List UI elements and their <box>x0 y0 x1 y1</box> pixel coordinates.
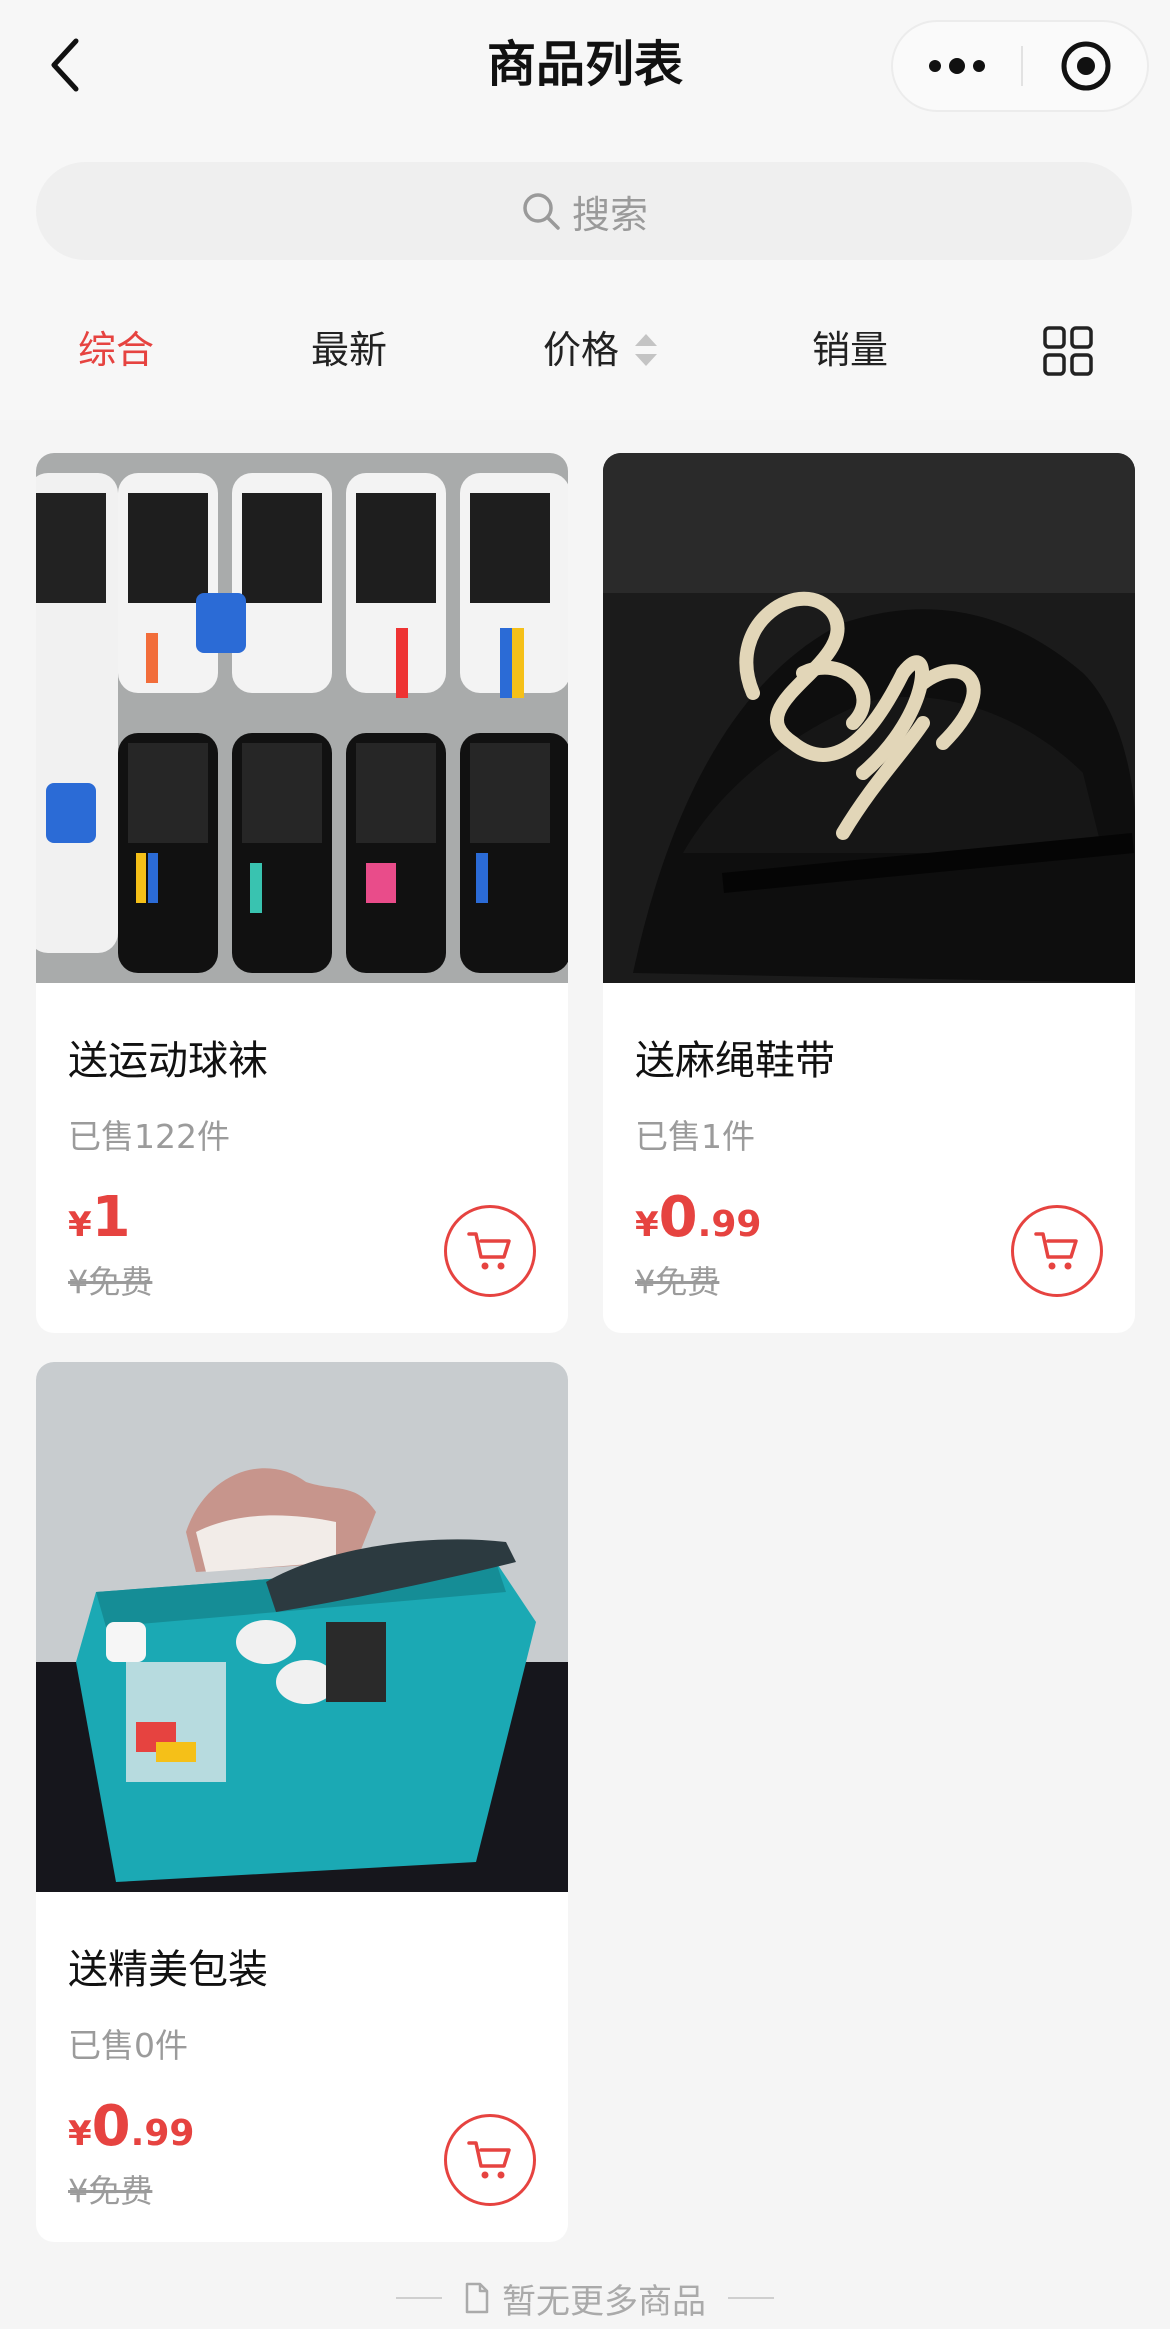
product-name: 送运动球袜 <box>68 1038 268 1084</box>
list-end-indicator: 暂无更多商品 <box>0 2270 1170 2326</box>
product-sold-count: 已售122件 <box>68 1117 230 1156</box>
close-mini-program-button[interactable] <box>1023 22 1149 110</box>
search-input[interactable]: 搜索 <box>36 162 1132 260</box>
price-integer: 0 <box>91 2094 131 2159</box>
more-button[interactable] <box>893 22 1021 110</box>
add-to-cart-button[interactable] <box>444 2114 536 2206</box>
product-image-rope-laces <box>603 453 1135 983</box>
add-to-cart-button[interactable] <box>444 1205 536 1297</box>
sort-tab-price[interactable]: 价格 <box>543 322 619 378</box>
header: 商品列表 搜索 综合 最新 价格 销量 <box>0 0 1170 420</box>
product-sold-count: 已售1件 <box>635 1117 755 1156</box>
search-icon <box>523 193 560 230</box>
price-symbol: ¥ <box>68 1205 92 1245</box>
target-circle-icon <box>1061 41 1111 91</box>
sort-arrows-icon <box>635 334 657 366</box>
price-integer: 1 <box>91 1185 131 1250</box>
mini-program-capsule <box>891 20 1149 112</box>
product-price: ¥1 <box>68 1183 131 1266</box>
divider-line <box>728 2297 774 2299</box>
product-card[interactable]: 送精美包装 已售0件 ¥0.99 ¥免费 <box>36 1362 568 2242</box>
divider-line <box>396 2297 442 2299</box>
add-to-cart-button[interactable] <box>1011 1205 1103 1297</box>
product-name: 送精美包装 <box>68 1947 268 1993</box>
grid-layout-icon[interactable] <box>1043 326 1093 376</box>
sort-tab-comprehensive[interactable]: 综合 <box>78 322 154 378</box>
price-symbol: ¥ <box>635 1205 659 1245</box>
product-image-packaging <box>36 1362 568 1892</box>
product-price: ¥0.99 <box>68 2092 194 2175</box>
original-price: ¥免费 <box>68 2172 153 2210</box>
product-price: ¥0.99 <box>635 1183 761 1266</box>
original-price: ¥免费 <box>68 1263 153 1301</box>
footer-text: 暂无更多商品 <box>502 2281 706 2322</box>
cart-icon <box>467 1232 511 1270</box>
document-icon <box>465 2282 489 2314</box>
product-image-socks <box>36 453 568 983</box>
more-dots-icon <box>929 58 985 74</box>
navigation-bar: 商品列表 <box>0 0 1170 135</box>
sort-bar: 综合 最新 价格 销量 <box>0 300 1170 400</box>
original-price: ¥免费 <box>635 1263 720 1301</box>
cart-icon <box>1034 1232 1078 1270</box>
product-card[interactable]: 送麻绳鞋带 已售1件 ¥0.99 ¥免费 <box>603 453 1135 1333</box>
search-placeholder: 搜索 <box>571 192 648 237</box>
price-decimal: .99 <box>697 1204 762 1245</box>
product-card[interactable]: 送运动球袜 已售122件 ¥1 ¥免费 <box>36 453 568 1333</box>
price-decimal: .99 <box>130 2113 195 2154</box>
price-integer: 0 <box>658 1185 698 1250</box>
product-name: 送麻绳鞋带 <box>635 1038 835 1084</box>
sort-tab-newest[interactable]: 最新 <box>311 322 387 378</box>
sort-tab-sales[interactable]: 销量 <box>812 322 888 378</box>
cart-icon <box>467 2141 511 2179</box>
product-sold-count: 已售0件 <box>68 2026 188 2065</box>
price-symbol: ¥ <box>68 2114 92 2154</box>
